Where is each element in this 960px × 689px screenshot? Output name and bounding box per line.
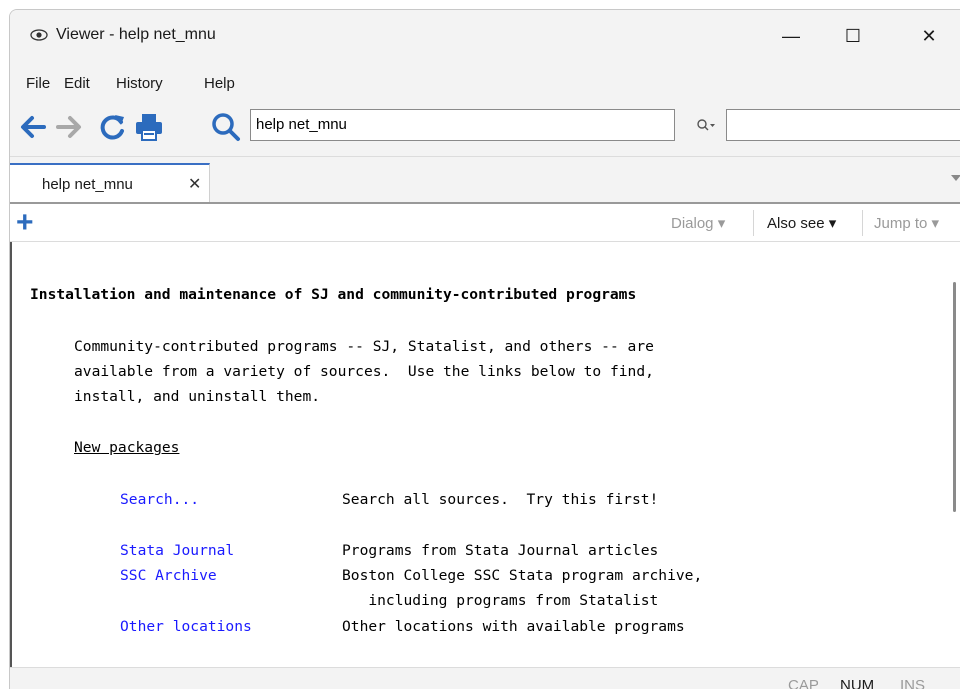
link-other-locations[interactable]: Other locations: [120, 614, 252, 639]
menu-bar: File Edit History Help: [10, 67, 960, 99]
intro-line: available from a variety of sources. Use…: [74, 363, 654, 380]
refresh-icon[interactable]: [96, 110, 128, 144]
tab-label: help net_mnu: [42, 176, 133, 193]
section-new-packages: New packages: [74, 439, 180, 456]
help-heading: Installation and maintenance of SJ and c…: [30, 286, 637, 303]
back-arrow-icon[interactable]: [16, 110, 48, 144]
forward-arrow-icon: [56, 116, 81, 138]
maximize-button[interactable]: ☐: [830, 10, 876, 62]
link-description: Boston College SSC Stata program archive…: [342, 567, 703, 584]
viewer-window: Viewer - help net_mnu — ☐ ✕ File Edit Hi…: [9, 9, 960, 689]
status-num: NUM: [840, 677, 875, 689]
link-description: Other locations with available programs: [342, 618, 685, 635]
status-cap: CAP: [788, 677, 819, 689]
tab-close-icon[interactable]: ✕: [188, 174, 201, 194]
eye-icon: [30, 29, 48, 41]
tab-list-dropdown-icon[interactable]: [951, 175, 960, 181]
intro-line: Community-contributed programs -- SJ, St…: [74, 338, 654, 355]
dialog-menu: Dialog ▾: [671, 215, 726, 232]
link-description: Search all sources. Try this first!: [342, 491, 659, 508]
title-bar[interactable]: Viewer - help net_mnu — ☐ ✕: [10, 10, 960, 62]
status-bar: CAP NUM INS: [10, 667, 960, 689]
link-ssc-archive[interactable]: SSC Archive: [120, 563, 217, 588]
window-title: Viewer - help net_mnu: [56, 26, 216, 43]
help-toolbar: + Dialog ▾ Also see ▾ Jump to ▾: [10, 202, 960, 242]
menu-edit[interactable]: Edit: [64, 75, 90, 92]
menu-file[interactable]: File: [26, 75, 50, 92]
new-tab-plus-icon[interactable]: +: [16, 208, 34, 238]
status-ins: INS: [900, 677, 926, 689]
toolbar: help net_mnu: [10, 106, 960, 152]
link-stata-journal[interactable]: Stata Journal: [120, 538, 234, 563]
link-description: including programs from Statalist: [342, 592, 659, 609]
search-icon[interactable]: [210, 110, 242, 144]
tab-strip: help net_mnu ✕: [10, 156, 960, 203]
menu-help[interactable]: Help: [204, 75, 235, 92]
find-options-icon[interactable]: [696, 118, 716, 132]
menu-history[interactable]: History: [116, 75, 163, 92]
link-search[interactable]: Search...: [120, 487, 199, 512]
address-input[interactable]: help net_mnu: [250, 109, 675, 141]
separator: [862, 210, 863, 236]
help-content: Installation and maintenance of SJ and c…: [10, 242, 960, 667]
find-input[interactable]: [726, 109, 960, 141]
vertical-scrollbar[interactable]: [953, 282, 956, 512]
link-description: Programs from Stata Journal articles: [342, 542, 659, 559]
separator: [753, 210, 754, 236]
also-see-menu[interactable]: Also see ▾: [767, 214, 836, 232]
intro-line: install, and uninstall them.: [74, 388, 321, 405]
print-icon[interactable]: [133, 110, 165, 144]
tab-help-net-mnu[interactable]: help net_mnu ✕: [10, 163, 210, 202]
jump-to-menu: Jump to ▾: [874, 215, 940, 232]
close-button[interactable]: ✕: [906, 10, 952, 62]
minimize-button[interactable]: —: [768, 10, 814, 62]
